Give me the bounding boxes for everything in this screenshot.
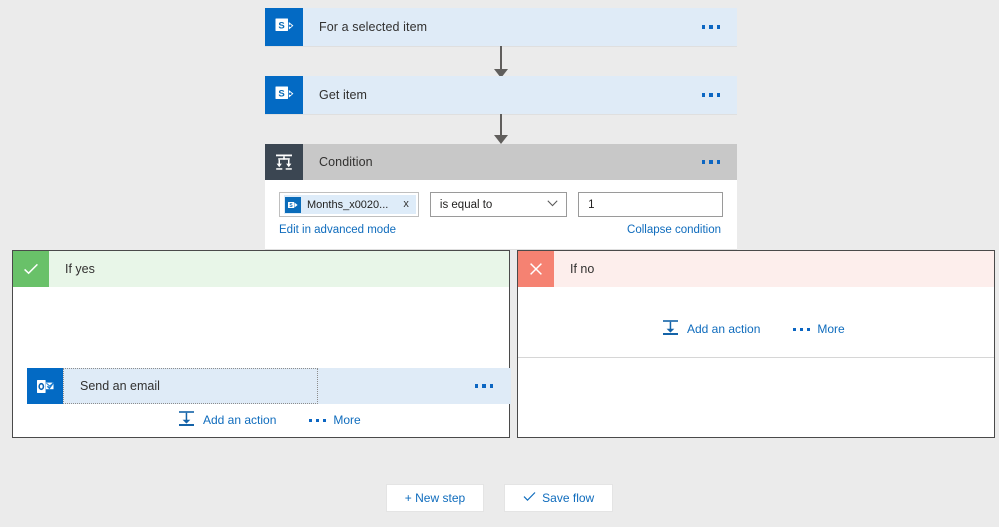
branch-divider <box>518 357 994 358</box>
footer-actions: + New step Save flow <box>0 484 999 512</box>
flow-node-title: For a selected item <box>319 20 428 34</box>
add-step-icon <box>662 319 679 339</box>
ellipsis-dots <box>793 327 811 331</box>
condition-block: Condition S Months_x0020... x is equal t… <box>265 144 737 249</box>
flow-node-send-an-email[interactable]: Send an email <box>27 368 511 404</box>
ellipsis-menu-icon[interactable] <box>318 368 511 404</box>
branch-if-no-label: If no <box>570 262 595 276</box>
condition-left-operand-field[interactable]: S Months_x0020... x <box>279 192 419 217</box>
condition-value-text: 1 <box>588 198 595 211</box>
connector-arrow-1 <box>494 46 508 78</box>
new-step-label: + New step <box>404 491 466 505</box>
new-step-button[interactable]: + New step <box>385 484 485 512</box>
branch-if-yes-header: If yes <box>13 251 509 287</box>
condition-expression-row: S Months_x0020... x is equal to 1 <box>279 192 723 217</box>
ellipsis-dots <box>474 384 494 388</box>
token-remove-icon[interactable]: x <box>399 199 412 210</box>
outlook-icon <box>27 368 63 404</box>
checkmark-icon <box>13 251 49 287</box>
add-an-action-label: Add an action <box>687 322 761 336</box>
branch-if-no-header: If no <box>518 251 994 287</box>
add-an-action-button[interactable]: Add an action <box>662 319 760 339</box>
save-flow-label: Save flow <box>542 491 595 505</box>
ellipsis-menu-icon[interactable] <box>701 144 738 180</box>
ellipsis-dots <box>701 93 720 97</box>
condition-body: S Months_x0020... x is equal to 1 Edit i… <box>265 180 737 249</box>
ellipsis-menu-icon[interactable] <box>701 76 738 114</box>
send-an-email-title[interactable]: Send an email <box>63 368 318 404</box>
chevron-down-icon <box>547 199 558 210</box>
condition-links-row: Edit in advanced mode Collapse condition <box>279 224 723 236</box>
save-flow-button[interactable]: Save flow <box>504 484 614 512</box>
more-label: More <box>817 322 845 336</box>
operator-value: is equal to <box>439 198 493 211</box>
edit-in-advanced-mode-link[interactable]: Edit in advanced mode <box>279 224 396 236</box>
condition-branch-icon <box>265 144 303 180</box>
more-button[interactable]: More <box>793 322 845 336</box>
ellipsis-dots <box>701 25 720 29</box>
add-an-action-label: Add an action <box>203 413 277 427</box>
sharepoint-icon: S <box>265 76 303 114</box>
token-label: Months_x0020... <box>307 198 389 211</box>
flow-node-get-item[interactable]: S Get item <box>265 76 737 114</box>
more-label: More <box>333 413 361 427</box>
ellipsis-dots <box>701 160 720 164</box>
svg-text:S: S <box>278 88 284 99</box>
sharepoint-token-icon: S <box>285 196 301 213</box>
branch-if-yes: If yes Send an email Add an action More <box>12 250 511 438</box>
close-icon <box>518 251 554 287</box>
condition-header[interactable]: Condition <box>265 144 737 180</box>
add-step-icon <box>178 410 195 430</box>
ellipsis-menu-icon[interactable] <box>701 8 738 46</box>
svg-text:S: S <box>278 20 284 31</box>
flow-node-for-a-selected-item[interactable]: S For a selected item <box>265 8 737 46</box>
condition-value-input[interactable]: 1 <box>578 192 723 217</box>
branch-if-no-add-row: Add an action More <box>662 319 845 339</box>
branch-if-yes-label: If yes <box>65 262 95 276</box>
add-an-action-button[interactable]: Add an action <box>178 410 276 430</box>
branch-if-no: If no Add an action More <box>517 250 995 438</box>
connector-arrow-2 <box>494 114 508 144</box>
condition-title: Condition <box>319 155 373 169</box>
sharepoint-icon: S <box>265 8 303 46</box>
dynamic-content-token[interactable]: S Months_x0020... x <box>284 195 416 214</box>
checkmark-icon <box>523 491 536 505</box>
ellipsis-dots <box>309 418 327 422</box>
branch-if-yes-body: Send an email Add an action More <box>13 287 511 437</box>
flow-node-title: Get item <box>319 88 368 102</box>
more-button[interactable]: More <box>309 413 361 427</box>
branch-if-yes-add-row: Add an action More <box>178 410 361 430</box>
condition-operator-select[interactable]: is equal to <box>429 192 568 217</box>
branch-if-no-body: Add an action More <box>518 287 994 437</box>
collapse-condition-link[interactable]: Collapse condition <box>627 224 721 236</box>
